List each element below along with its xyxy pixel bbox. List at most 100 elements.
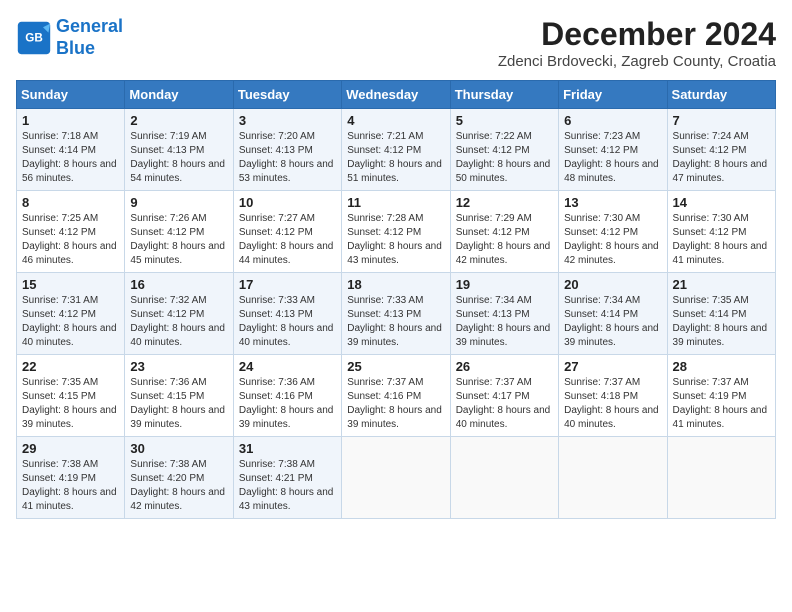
- day-number: 11: [347, 195, 444, 210]
- day-number: 2: [130, 113, 227, 128]
- calendar-cell: 4 Sunrise: 7:21 AMSunset: 4:12 PMDaylight…: [342, 109, 450, 191]
- weekday-header-thursday: Thursday: [450, 81, 558, 109]
- day-number: 3: [239, 113, 336, 128]
- weekday-header-monday: Monday: [125, 81, 233, 109]
- day-info: Sunrise: 7:18 AMSunset: 4:14 PMDaylight:…: [22, 130, 119, 186]
- weekday-header-tuesday: Tuesday: [233, 81, 341, 109]
- calendar-cell: 26 Sunrise: 7:37 AMSunset: 4:17 PMDayligh…: [450, 355, 558, 437]
- day-number: 24: [239, 359, 336, 374]
- day-number: 19: [456, 277, 553, 292]
- calendar-cell: 31 Sunrise: 7:38 AMSunset: 4:21 PMDayligh…: [233, 437, 341, 519]
- calendar-table: SundayMondayTuesdayWednesdayThursdayFrid…: [16, 80, 776, 519]
- day-info: Sunrise: 7:29 AMSunset: 4:12 PMDaylight:…: [456, 212, 553, 268]
- calendar-cell: 3Sunrise: 7:20 AMSunset: 4:13 PMDaylight…: [233, 109, 341, 191]
- day-info: Sunrise: 7:24 AMSunset: 4:12 PMDaylight:…: [673, 130, 770, 186]
- day-info: Sunrise: 7:37 AMSunset: 4:17 PMDaylight:…: [456, 376, 553, 432]
- day-info: Sunrise: 7:28 AMSunset: 4:12 PMDaylight:…: [347, 212, 444, 268]
- month-title: December 2024: [498, 16, 776, 53]
- day-info: Sunrise: 7:34 AMSunset: 4:13 PMDaylight:…: [456, 294, 553, 350]
- calendar-cell: 15 Sunrise: 7:31 AMSunset: 4:12 PMDayligh…: [17, 273, 125, 355]
- day-number: 14: [673, 195, 770, 210]
- day-info: Sunrise: 7:36 AMSunset: 4:15 PMDaylight:…: [130, 376, 227, 432]
- day-info: Sunrise: 7:21 AMSunset: 4:12 PMDaylight:…: [347, 130, 444, 186]
- day-info: Sunrise: 7:37 AMSunset: 4:19 PMDaylight:…: [673, 376, 770, 432]
- calendar-cell: 17Sunrise: 7:33 AMSunset: 4:13 PMDayligh…: [233, 273, 341, 355]
- day-info: Sunrise: 7:38 AMSunset: 4:19 PMDaylight:…: [22, 458, 119, 514]
- calendar-week-row: 15 Sunrise: 7:31 AMSunset: 4:12 PMDayligh…: [17, 273, 776, 355]
- svg-text:GB: GB: [25, 31, 43, 44]
- title-block: December 2024 Zdenci Brdovecki, Zagreb C…: [498, 16, 776, 70]
- day-number: 18: [347, 277, 444, 292]
- calendar-cell: 8 Sunrise: 7:25 AMSunset: 4:12 PMDaylight…: [17, 191, 125, 273]
- logo: GB General Blue: [16, 16, 123, 59]
- day-number: 1: [22, 113, 119, 128]
- day-info: Sunrise: 7:35 AMSunset: 4:15 PMDaylight:…: [22, 376, 119, 432]
- weekday-header-sunday: Sunday: [17, 81, 125, 109]
- calendar-cell: [450, 437, 558, 519]
- day-number: 16: [130, 277, 227, 292]
- calendar-week-row: 22Sunrise: 7:35 AMSunset: 4:15 PMDayligh…: [17, 355, 776, 437]
- calendar-cell: 5 Sunrise: 7:22 AMSunset: 4:12 PMDaylight…: [450, 109, 558, 191]
- calendar-cell: 16Sunrise: 7:32 AMSunset: 4:12 PMDayligh…: [125, 273, 233, 355]
- calendar-week-row: 8 Sunrise: 7:25 AMSunset: 4:12 PMDaylight…: [17, 191, 776, 273]
- day-number: 21: [673, 277, 770, 292]
- calendar-cell: 13Sunrise: 7:30 AMSunset: 4:12 PMDayligh…: [559, 191, 667, 273]
- day-info: Sunrise: 7:35 AMSunset: 4:14 PMDaylight:…: [673, 294, 770, 350]
- calendar-cell: 14Sunrise: 7:30 AMSunset: 4:12 PMDayligh…: [667, 191, 775, 273]
- calendar-cell: 24 Sunrise: 7:36 AMSunset: 4:16 PMDayligh…: [233, 355, 341, 437]
- calendar-cell: 20Sunrise: 7:34 AMSunset: 4:14 PMDayligh…: [559, 273, 667, 355]
- day-number: 28: [673, 359, 770, 374]
- day-number: 27: [564, 359, 661, 374]
- logo-text: General Blue: [56, 16, 123, 59]
- calendar-cell: 29Sunrise: 7:38 AMSunset: 4:19 PMDayligh…: [17, 437, 125, 519]
- calendar-cell: 9 Sunrise: 7:26 AMSunset: 4:12 PMDaylight…: [125, 191, 233, 273]
- calendar-cell: 6Sunrise: 7:23 AMSunset: 4:12 PMDaylight…: [559, 109, 667, 191]
- calendar-week-row: 1 Sunrise: 7:18 AMSunset: 4:14 PMDaylight…: [17, 109, 776, 191]
- logo-icon: GB: [16, 20, 52, 56]
- location: Zdenci Brdovecki, Zagreb County, Croatia: [498, 53, 776, 70]
- day-number: 25: [347, 359, 444, 374]
- day-number: 10: [239, 195, 336, 210]
- calendar-cell: 23 Sunrise: 7:36 AMSunset: 4:15 PMDayligh…: [125, 355, 233, 437]
- day-info: Sunrise: 7:22 AMSunset: 4:12 PMDaylight:…: [456, 130, 553, 186]
- day-info: Sunrise: 7:30 AMSunset: 4:12 PMDaylight:…: [564, 212, 661, 268]
- calendar-cell: [667, 437, 775, 519]
- calendar-cell: 22Sunrise: 7:35 AMSunset: 4:15 PMDayligh…: [17, 355, 125, 437]
- day-info: Sunrise: 7:25 AMSunset: 4:12 PMDaylight:…: [22, 212, 119, 268]
- day-number: 17: [239, 277, 336, 292]
- calendar-cell: 21 Sunrise: 7:35 AMSunset: 4:14 PMDayligh…: [667, 273, 775, 355]
- day-number: 4: [347, 113, 444, 128]
- calendar-cell: [342, 437, 450, 519]
- page-header: GB General Blue December 2024 Zdenci Brd…: [16, 16, 776, 70]
- calendar-cell: [559, 437, 667, 519]
- calendar-week-row: 29Sunrise: 7:38 AMSunset: 4:19 PMDayligh…: [17, 437, 776, 519]
- calendar-cell: 25 Sunrise: 7:37 AMSunset: 4:16 PMDayligh…: [342, 355, 450, 437]
- day-number: 15: [22, 277, 119, 292]
- day-number: 8: [22, 195, 119, 210]
- day-number: 5: [456, 113, 553, 128]
- day-number: 31: [239, 441, 336, 456]
- day-number: 9: [130, 195, 227, 210]
- day-number: 26: [456, 359, 553, 374]
- day-number: 23: [130, 359, 227, 374]
- weekday-header-friday: Friday: [559, 81, 667, 109]
- day-info: Sunrise: 7:31 AMSunset: 4:12 PMDaylight:…: [22, 294, 119, 350]
- calendar-cell: 2Sunrise: 7:19 AMSunset: 4:13 PMDaylight…: [125, 109, 233, 191]
- calendar-cell: 10Sunrise: 7:27 AMSunset: 4:12 PMDayligh…: [233, 191, 341, 273]
- day-info: Sunrise: 7:36 AMSunset: 4:16 PMDaylight:…: [239, 376, 336, 432]
- calendar-cell: 1 Sunrise: 7:18 AMSunset: 4:14 PMDaylight…: [17, 109, 125, 191]
- calendar-cell: 12 Sunrise: 7:29 AMSunset: 4:12 PMDayligh…: [450, 191, 558, 273]
- day-info: Sunrise: 7:37 AMSunset: 4:18 PMDaylight:…: [564, 376, 661, 432]
- calendar-cell: 18Sunrise: 7:33 AMSunset: 4:13 PMDayligh…: [342, 273, 450, 355]
- day-number: 6: [564, 113, 661, 128]
- weekday-header-wednesday: Wednesday: [342, 81, 450, 109]
- day-info: Sunrise: 7:38 AMSunset: 4:21 PMDaylight:…: [239, 458, 336, 514]
- calendar-cell: 19 Sunrise: 7:34 AMSunset: 4:13 PMDayligh…: [450, 273, 558, 355]
- calendar-cell: 28 Sunrise: 7:37 AMSunset: 4:19 PMDayligh…: [667, 355, 775, 437]
- day-info: Sunrise: 7:26 AMSunset: 4:12 PMDaylight:…: [130, 212, 227, 268]
- calendar-cell: 27 Sunrise: 7:37 AMSunset: 4:18 PMDayligh…: [559, 355, 667, 437]
- day-info: Sunrise: 7:34 AMSunset: 4:14 PMDaylight:…: [564, 294, 661, 350]
- day-number: 12: [456, 195, 553, 210]
- day-info: Sunrise: 7:37 AMSunset: 4:16 PMDaylight:…: [347, 376, 444, 432]
- calendar-body: 1 Sunrise: 7:18 AMSunset: 4:14 PMDaylight…: [17, 109, 776, 519]
